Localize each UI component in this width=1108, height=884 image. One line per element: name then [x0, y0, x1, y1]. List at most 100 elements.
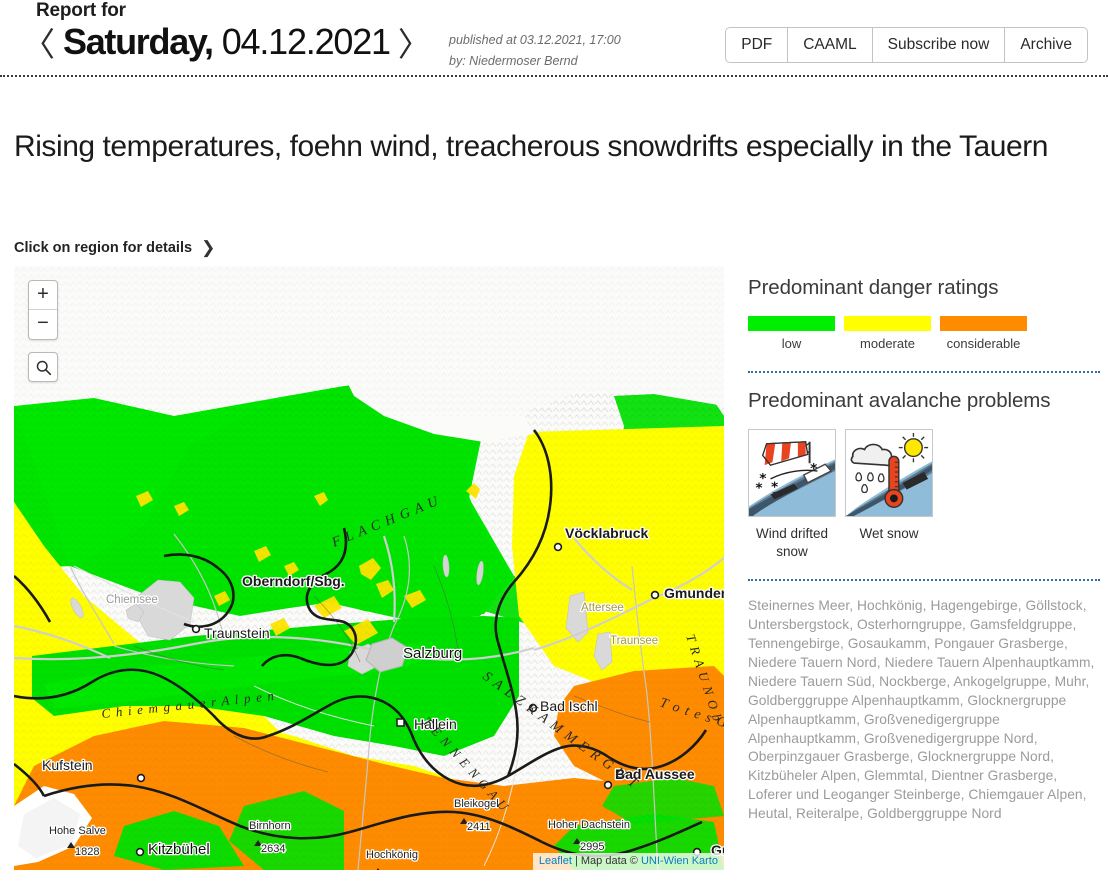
map-place-label: Birnhorn — [249, 820, 291, 832]
danger-rating-swatch — [940, 316, 1027, 331]
danger-rating-label: considerable — [946, 336, 1021, 351]
date-navigator: 〈 Saturday, 04.12.2021 〉 — [14, 21, 439, 62]
map-place-label: 1828 — [75, 846, 99, 858]
avalanche-problems-title: Predominant avalanche problems — [748, 388, 1051, 412]
avalanche-problem-label: Wet snow — [859, 525, 919, 541]
zoom-in-button[interactable]: + — [29, 281, 57, 310]
region-link[interactable]: Untersbergstock — [748, 617, 849, 632]
next-day-button[interactable]: 〉 — [390, 28, 439, 61]
map-place-label: Salzburg — [403, 645, 462, 662]
map-search-button[interactable] — [28, 352, 58, 382]
region-separator: , — [871, 673, 880, 689]
map-zoom-controls[interactable]: + − — [28, 280, 58, 340]
region-link[interactable]: Glemmtal — [864, 768, 923, 783]
published-at: published at 03.12.2021, 17:00 — [449, 33, 621, 47]
region-link[interactable]: Heutal — [748, 806, 788, 821]
region-separator: , — [1082, 598, 1087, 614]
publication-info: published at 03.12.2021, 17:00 by: Niede… — [449, 30, 621, 71]
region-separator: , — [962, 617, 970, 633]
region-link[interactable]: Hagengebirge — [930, 598, 1017, 613]
map-place-label: Traunstein — [204, 625, 270, 641]
region-link[interactable]: Osterhorngruppe — [857, 617, 962, 632]
pdf-button[interactable]: PDF — [726, 28, 789, 63]
danger-rating-label: low — [781, 336, 802, 351]
danger-rating-swatch — [748, 316, 835, 331]
region-link[interactable]: Hochkönig — [857, 598, 923, 613]
subscribe-button[interactable]: Subscribe now — [873, 28, 1006, 63]
region-link[interactable]: Pongauer Grasberge — [934, 636, 1064, 651]
svg-text:*: * — [755, 480, 763, 496]
region-link[interactable]: Goldberggruppe Nord — [867, 806, 1001, 821]
affected-regions-list: Steinernes Meer, Hochkönig, Hagengebirge… — [748, 597, 1100, 824]
map-place-label: Oberndorf/Sbg. — [242, 573, 345, 589]
region-link[interactable]: Niedere Tauern Nord — [748, 655, 877, 670]
caaml-button[interactable]: CAAML — [788, 28, 873, 63]
report-for-label: Report for — [36, 0, 126, 21]
map-place-label: Gmunden — [664, 585, 724, 601]
region-link[interactable]: Glocknergruppe Nord — [917, 749, 1050, 764]
region-separator: , — [1046, 673, 1055, 689]
map-place-label: 2634 — [261, 843, 285, 855]
region-link[interactable]: Steinernes Meer — [748, 598, 849, 613]
region-link[interactable]: Göllstock — [1026, 598, 1083, 613]
region-link[interactable]: Oberpinzgauer Grasberge — [748, 749, 909, 764]
report-sidebar: Predominant danger ratings low moderate co… — [748, 276, 1100, 824]
region-separator: , — [1053, 768, 1058, 784]
report-day-name: Saturday, — [63, 21, 214, 62]
map-data-source-link[interactable]: UNI-Wien Karto — [641, 855, 718, 867]
region-separator: , — [849, 598, 857, 614]
region-link[interactable]: Niedere Tauern Alpenhauptkamm — [885, 655, 1091, 670]
wind-drifted-snow-icon[interactable]: ** ** — [748, 428, 836, 517]
region-link[interactable]: Kitzbüheler Alpen — [748, 768, 856, 783]
click-on-region-hint[interactable]: Click on region for details ❯ — [14, 238, 215, 258]
region-separator: , — [856, 768, 865, 784]
map-place-label: Attersee — [581, 602, 624, 614]
wet-snow-icon[interactable] — [845, 428, 933, 517]
leaflet-link[interactable]: Leaflet — [539, 855, 572, 867]
region-separator: , — [1050, 749, 1054, 765]
avalanche-problem[interactable]: * * * * Wind drifted snow — [748, 428, 836, 561]
region-link[interactable]: Chiemgauer Alpen — [968, 787, 1082, 802]
region-link[interactable]: Großvenedigergruppe Nord — [864, 731, 1034, 746]
map-place-label: Traunsee — [610, 635, 658, 647]
map-place-label: Hochkönig — [366, 849, 418, 861]
region-link[interactable]: Tennengebirge — [748, 636, 840, 651]
danger-rating-label: moderate — [860, 336, 915, 351]
map-place-label: Kitzbühel — [148, 841, 210, 858]
map-attribution: Leaflet | Map data © UNI-Wien Karto — [532, 853, 724, 870]
map-place-label: Chiemsee — [106, 594, 158, 606]
region-separator: , — [1090, 655, 1095, 670]
region-link[interactable]: Reiteralpe — [796, 806, 859, 821]
archive-button[interactable]: Archive — [1005, 28, 1087, 62]
danger-rating-considerable: considerable — [940, 316, 1027, 353]
chevron-right-icon: ❯ — [201, 238, 216, 257]
region-link[interactable]: Muhr — [1055, 674, 1086, 689]
sidebar-divider-1 — [748, 370, 1100, 373]
report-author: by: Niedermoser Bernd — [449, 53, 578, 68]
region-link[interactable]: Loferer und Leoganger Steinberge — [748, 787, 961, 802]
region-link[interactable]: Gosaukamm — [848, 636, 927, 651]
region-separator: , — [1063, 636, 1068, 652]
region-link[interactable]: Goldberggruppe Alpenhauptkamm — [748, 693, 960, 708]
map-place-label: 2995 — [580, 841, 604, 853]
svg-text:*: * — [810, 461, 818, 477]
region-separator: , — [876, 655, 885, 670]
previous-day-button[interactable]: 〈 — [14, 28, 63, 61]
region-link[interactable]: Gamsfeldgruppe — [970, 617, 1073, 632]
region-separator: , — [849, 617, 857, 633]
avalanche-problem[interactable]: Wet snow — [845, 428, 933, 561]
danger-ratings-title: Predominant danger ratings — [748, 276, 999, 299]
map-place-label: Vöcklabruck — [565, 525, 648, 541]
map-canvas[interactable]: Vöcklabruck Oberndorf/Sbg. Gmunden Chiemsee… — [14, 266, 724, 870]
region-separator: , — [856, 730, 864, 746]
zoom-out-button[interactable]: − — [29, 310, 57, 339]
avalanche-danger-map[interactable]: Vöcklabruck Oberndorf/Sbg. Gmunden Chiemsee… — [14, 266, 724, 870]
region-link[interactable]: Niedere Tauern Süd — [748, 674, 871, 689]
region-link[interactable]: Ankogelgruppe — [953, 674, 1046, 689]
region-link[interactable]: Nockberge — [879, 674, 946, 689]
sidebar-divider-2 — [748, 579, 1100, 582]
region-separator: , — [1017, 598, 1026, 614]
region-separator: , — [1085, 673, 1090, 689]
danger-rating-low: low — [748, 316, 835, 353]
region-link[interactable]: Dientner Grasberge — [931, 768, 1053, 783]
